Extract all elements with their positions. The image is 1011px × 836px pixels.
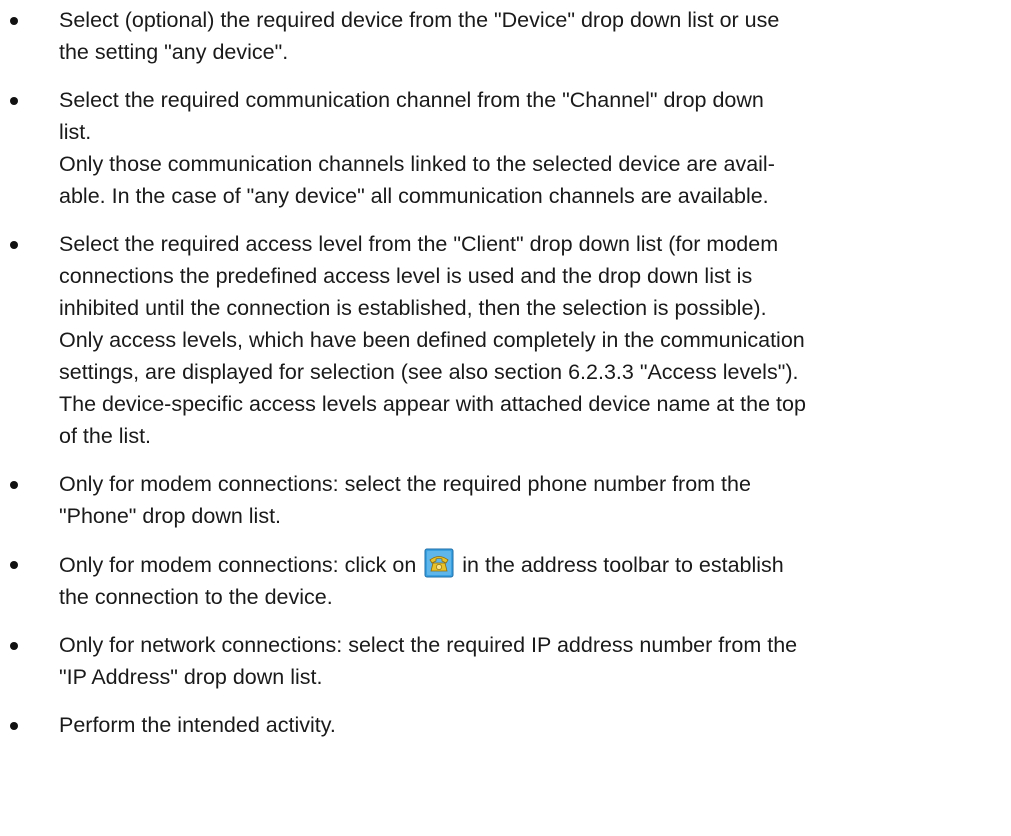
- text-line: "IP Address" drop down list.: [59, 665, 323, 689]
- text-line: Only those communication channels linked…: [59, 152, 775, 176]
- instruction-list: Select (optional) the required device fr…: [0, 4, 1011, 757]
- text-line: of the list.: [59, 424, 152, 448]
- text-line: Select the required access level from th…: [59, 232, 779, 256]
- text-segment: in the address toolbar to establish: [462, 553, 784, 577]
- text-line: Only for network connections: select the…: [59, 633, 798, 657]
- text-line: settings, are displayed for selection (s…: [59, 360, 799, 384]
- list-item: Select the required access level from th…: [0, 228, 1011, 452]
- text-line: The device-specific access levels appear…: [59, 392, 806, 416]
- text-line: "Phone" drop down list.: [59, 504, 282, 528]
- text-line: Select (optional) the required device fr…: [59, 8, 780, 32]
- bullet-icon: [10, 642, 18, 650]
- bullet-icon: [10, 241, 18, 249]
- list-item: Only for network connections: select the…: [0, 629, 1011, 693]
- text-line: Only for modem connections: click on in …: [59, 548, 951, 581]
- bullet-icon: [10, 561, 18, 569]
- phone-dial-icon: [424, 548, 454, 578]
- text-line: list.: [59, 120, 92, 144]
- text-line: Perform the intended activity.: [59, 713, 336, 737]
- list-item: Perform the intended activity.: [0, 709, 1011, 741]
- document-page: Select (optional) the required device fr…: [0, 0, 1011, 836]
- list-item: Only for modem connections: click on in …: [0, 548, 1011, 613]
- text-line: the setting "any device".: [59, 40, 289, 64]
- list-item: Only for modem connections: select the r…: [0, 468, 1011, 532]
- text-line: inhibited until the connection is establ…: [59, 296, 767, 320]
- list-item: Select the required communication channe…: [0, 84, 1011, 212]
- text-line: Select the required communication channe…: [59, 88, 764, 112]
- text-line: Only access levels, which have been defi…: [59, 328, 805, 352]
- list-item: Select (optional) the required device fr…: [0, 4, 1011, 68]
- bullet-icon: [10, 17, 18, 25]
- text-segment: Only for modem connections: click on: [59, 553, 417, 577]
- text-line: Only for modem connections: select the r…: [59, 472, 751, 496]
- text-line: the connection to the device.: [59, 585, 333, 609]
- text-line: able. In the case of "any device" all co…: [59, 184, 769, 208]
- bullet-icon: [10, 97, 18, 105]
- bullet-icon: [10, 722, 18, 730]
- text-line: connections the predefined access level …: [59, 264, 753, 288]
- bullet-icon: [10, 481, 18, 489]
